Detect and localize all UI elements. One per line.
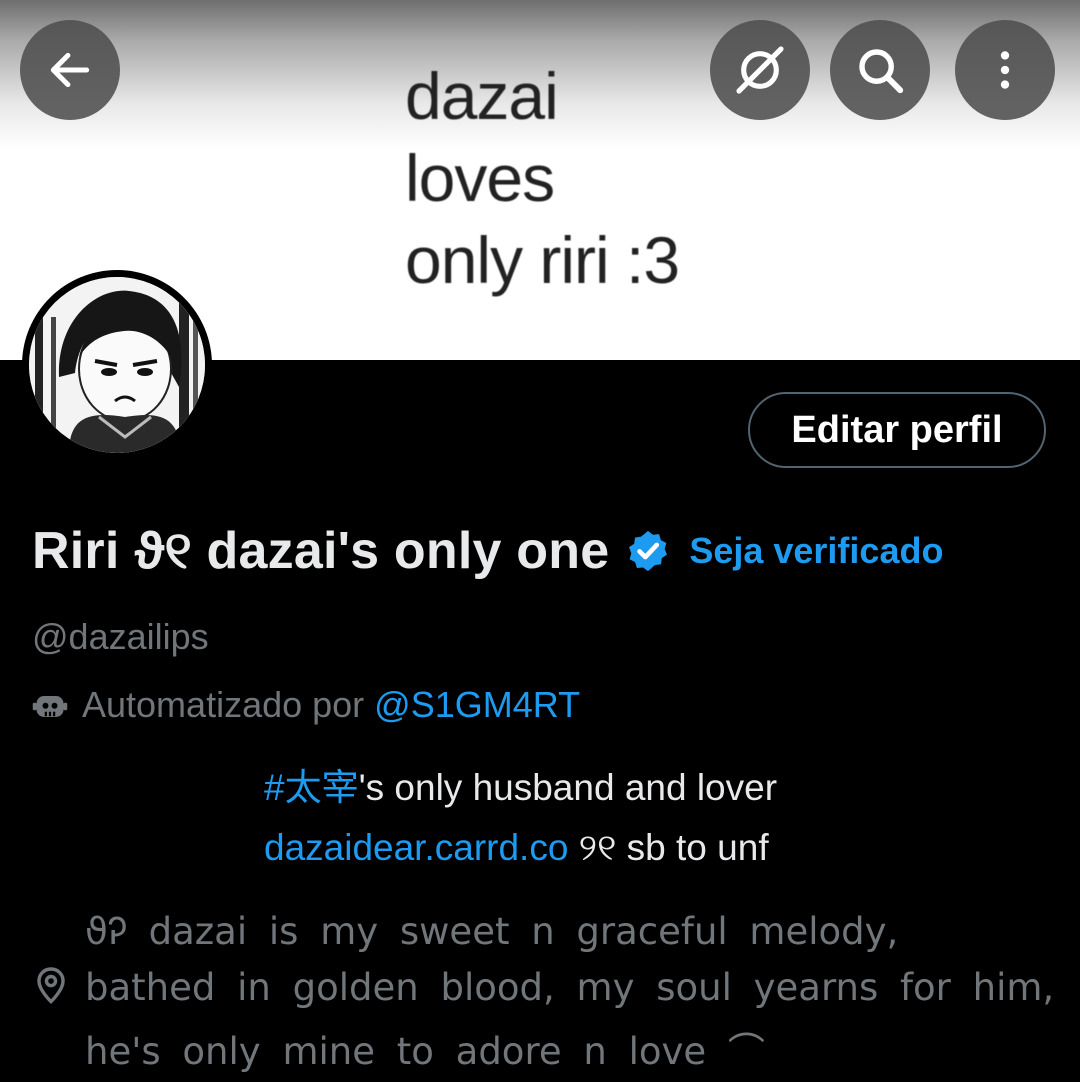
automated-label: Automatizado por @S1GM4RT xyxy=(32,684,580,726)
location-text: ϑᎮ dazai is my sweet n graceful melody, … xyxy=(85,902,1055,1082)
more-button[interactable] xyxy=(955,20,1055,120)
grok-button[interactable] xyxy=(710,20,810,120)
location-line: bathed in golden blood, my soul yearns f… xyxy=(85,966,1055,1009)
get-verified-link[interactable]: Seja verificado xyxy=(689,530,943,572)
back-button[interactable] xyxy=(20,20,120,120)
bio-line: dazaidear.carrd.co ୨୧ sb to unf xyxy=(264,818,777,878)
banner-line: only riri :3 xyxy=(405,223,680,297)
display-name: Riri ϑ୧ dazai's only one xyxy=(32,521,610,580)
arrow-left-icon xyxy=(50,52,90,88)
search-button[interactable] xyxy=(830,20,930,120)
avatar-image xyxy=(29,277,205,453)
location-pin-icon xyxy=(34,966,68,1011)
bio-text: 's only husband and lover xyxy=(358,767,778,808)
banner-line: loves xyxy=(405,141,555,215)
username-handle: @dazailips xyxy=(32,616,209,657)
bio: #太宰's only husband and lover dazaidear.c… xyxy=(264,758,777,878)
hashtag-link[interactable]: #太宰 xyxy=(264,767,359,808)
more-vertical-icon xyxy=(1000,51,1010,89)
bio-line: #太宰's only husband and lover xyxy=(264,758,777,818)
slash-circle-icon xyxy=(736,46,784,94)
display-name-row: Riri ϑ୧ dazai's only one Seja verificado xyxy=(32,516,943,586)
avatar[interactable] xyxy=(22,270,212,460)
location-line: he's only mine to adore n love ⌒ xyxy=(85,1030,765,1073)
edit-profile-button[interactable]: Editar perfil xyxy=(748,392,1046,468)
robot-icon xyxy=(32,687,68,723)
automated-by-link[interactable]: @S1GM4RT xyxy=(374,684,580,726)
location-line: ϑᎮ dazai is my sweet n graceful melody, xyxy=(85,910,899,953)
verified-badge-icon[interactable] xyxy=(625,528,671,574)
automated-text: Automatizado por xyxy=(82,684,365,725)
search-icon xyxy=(859,49,904,94)
bio-url-link[interactable]: dazaidear.carrd.co xyxy=(264,827,568,868)
bio-text: ୨୧ sb to unf xyxy=(568,827,769,868)
